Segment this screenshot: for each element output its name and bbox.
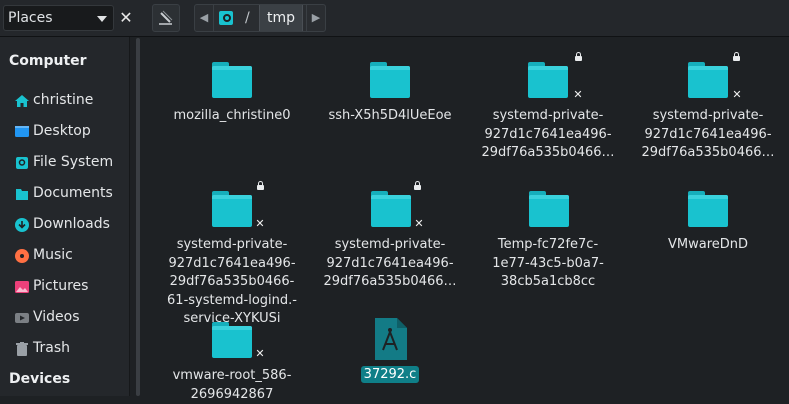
sidebar-item-label: Trash [33, 340, 70, 356]
sidebar-item-desktop[interactable]: Desktop [14, 121, 128, 143]
folder-icon [212, 322, 252, 358]
file-item-label: systemd-private- 927d1c7641ea496- 29df76a5… [167, 237, 297, 326]
chevron-down-icon [97, 16, 107, 22]
sidebar-item-christine[interactable]: christine [14, 90, 128, 112]
no-access-icon: ✕ [255, 347, 265, 360]
sidebar-item-pictures[interactable]: Pictures [14, 276, 128, 298]
breadcrumb-root-button[interactable] [215, 5, 237, 31]
folder-icon [370, 62, 410, 98]
close-sidebar-button[interactable]: ✕ [117, 8, 135, 28]
places-dropdown[interactable]: Places [3, 5, 114, 31]
sidebar-item-label: Downloads [33, 216, 110, 232]
lock-icon [574, 52, 583, 61]
sidebar-item-label: Desktop [33, 123, 91, 139]
breadcrumb: ◀ / tmp ▶ [194, 4, 326, 32]
documents-icon [16, 189, 28, 200]
sidebar-item-file-system[interactable]: File System [14, 152, 128, 174]
toolbar: Places ✕ ◀ / tmp ▶ [0, 0, 789, 37]
c-source-file-icon [375, 318, 407, 360]
file-item-label: ssh-X5h5D4lUeEoe [328, 108, 452, 123]
folder-icon [371, 191, 411, 227]
no-access-icon: ✕ [414, 217, 424, 230]
breadcrumb-scroll-left-icon[interactable]: ◀ [195, 5, 214, 31]
file-item-label: Temp-fc72fe7c- 1e77-43c5-b0a7- 38cb5a1cb8c… [492, 237, 604, 289]
lock-icon [732, 52, 741, 61]
no-access-icon: ✕ [255, 217, 265, 230]
selected-file-name: 37292.c [360, 366, 420, 383]
folder-icon [688, 62, 728, 98]
breadcrumb-tmp-button[interactable]: tmp [259, 5, 303, 31]
file-item-label: systemd-private- 927d1c7641ea496- 29df76a5… [481, 108, 615, 160]
sidebar-item-music[interactable]: Music [14, 245, 128, 267]
file-item-label: VMwareDnD [667, 237, 749, 252]
filesystem-root-icon [219, 11, 233, 25]
sidebar-item-label: File System [33, 154, 114, 170]
file-item-label: systemd-private- 927d1c7641ea496- 29df76a5… [641, 108, 775, 160]
sidebar-item-downloads[interactable]: Downloads [14, 214, 128, 236]
no-access-icon: ✕ [732, 88, 742, 101]
file-item-label: 37292.c [315, 366, 465, 385]
sidebar-item-videos[interactable]: Videos [14, 307, 128, 329]
breadcrumb-scroll-right-icon[interactable]: ▶ [306, 5, 325, 31]
folder-icon [528, 62, 568, 98]
folder-icon [688, 191, 728, 227]
sidebar-item-label: Videos [33, 309, 80, 325]
toggle-location-entry-button[interactable] [152, 4, 180, 32]
folder-icon [212, 62, 252, 98]
filesystem-icon [16, 157, 28, 169]
sidebar-header-computer: Computer [9, 53, 87, 69]
file-item-label: mozilla_christine0 [173, 108, 291, 123]
sidebar-scrollbar[interactable] [136, 38, 140, 396]
sidebar-item-label: christine [33, 92, 94, 108]
file-item-label: vmware-root_586- 2696942867 [172, 368, 292, 402]
sidebar-header-devices: Devices [9, 371, 71, 387]
edit-location-icon [159, 10, 173, 25]
trash-icon [16, 342, 28, 356]
music-icon [15, 249, 29, 263]
sidebar: Computer christine Desktop File System D… [0, 37, 130, 396]
sidebar-item-label: Pictures [33, 278, 89, 294]
downloads-icon [15, 218, 29, 232]
file-item-label: systemd-private- 927d1c7641ea496- 29df76a5… [323, 237, 457, 289]
sidebar-item-trash[interactable]: Trash [14, 338, 128, 360]
desktop-icon [15, 126, 29, 137]
lock-icon [256, 181, 265, 190]
folder-icon [212, 191, 252, 227]
sidebar-item-label: Music [33, 247, 73, 263]
sidebar-item-label: Documents [33, 185, 113, 201]
lock-icon [413, 181, 422, 190]
breadcrumb-separator: / [245, 10, 250, 26]
no-access-icon: ✕ [573, 88, 583, 101]
home-icon [15, 95, 29, 107]
places-dropdown-label: Places [8, 10, 53, 26]
folder-icon [529, 191, 569, 227]
videos-icon [15, 313, 29, 323]
pictures-icon [15, 281, 29, 293]
sidebar-item-documents[interactable]: Documents [14, 183, 128, 205]
